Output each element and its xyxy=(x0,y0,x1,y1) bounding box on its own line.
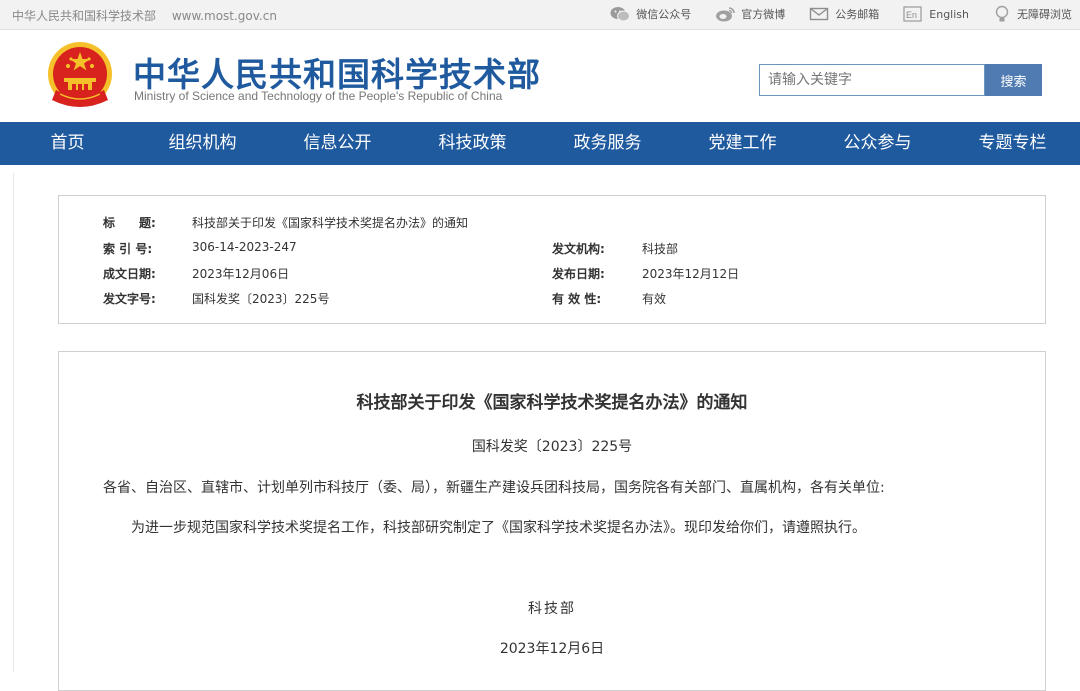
document-number: 国科发奖〔2023〕225号 xyxy=(471,439,633,455)
national-emblem[interactable] xyxy=(46,40,114,112)
nav-item-organization[interactable]: 组织机构 xyxy=(135,122,270,165)
nav-item-services[interactable]: 政务服务 xyxy=(540,122,675,165)
accessibility-label: 无障碍浏览 xyxy=(1017,8,1072,21)
meta-index-value: 306-14-2023-247 xyxy=(192,240,297,254)
svg-text:En: En xyxy=(906,10,917,20)
site-title-en: Ministry of Science and Technology of th… xyxy=(134,89,503,103)
mail-icon xyxy=(810,7,829,21)
site-header: 中华人民共和国科学技术部 Ministry of Science and Tec… xyxy=(0,30,1080,122)
english-label: English xyxy=(929,7,969,21)
document-recipient: 各省、自治区、直辖市、计划单列市科技厅（委、局），新疆生产建设兵团科技局，国务院… xyxy=(103,480,885,496)
site-name: 中华人民共和国科学技术部 xyxy=(12,9,157,23)
document-metadata: 标 题: 科技部关于印发《国家科学技术奖提名办法》的通知 索 引 号: 306-… xyxy=(58,195,1046,324)
weibo-label: 官方微博 xyxy=(741,8,786,21)
meta-published-label: 发布日期: xyxy=(552,267,605,281)
mail-link[interactable]: 公务邮箱 xyxy=(809,6,879,22)
document-signature: 科技部 xyxy=(528,601,576,617)
document-content: 科技部关于印发《国家科学技术奖提名办法》的通知 国科发奖〔2023〕225号 各… xyxy=(58,351,1046,691)
nav-item-disclosure[interactable]: 信息公开 xyxy=(270,122,405,165)
meta-created-value: 2023年12月06日 xyxy=(192,267,290,281)
nav-item-public[interactable]: 公众参与 xyxy=(810,122,945,165)
meta-published-value: 2023年12月12日 xyxy=(642,267,740,281)
meta-created-label: 成文日期: xyxy=(103,267,156,281)
search-button[interactable]: 搜索 xyxy=(985,64,1042,96)
main-nav: 首页 组织机构 信息公开 科技政策 政务服务 党建工作 公众参与 专题专栏 xyxy=(0,122,1080,165)
meta-validity-value: 有效 xyxy=(642,292,667,306)
wechat-link[interactable]: 微信公众号 xyxy=(610,6,691,22)
top-utility-bar: 中华人民共和国科学技术部 www.most.gov.cn 微信公众号 官方微博 xyxy=(0,0,1080,30)
meta-docno-label: 发文字号: xyxy=(103,292,156,306)
document-title: 科技部关于印发《国家科学技术奖提名办法》的通知 xyxy=(356,393,748,413)
english-icon: En xyxy=(903,6,922,22)
meta-title-value: 科技部关于印发《国家科学技术奖提名办法》的通知 xyxy=(192,216,469,230)
meta-validity-label: 有 效 性: xyxy=(552,292,602,306)
meta-index-label: 索 引 号: xyxy=(103,242,153,256)
weibo-link[interactable]: 官方微博 xyxy=(715,6,785,22)
site-info: 中华人民共和国科学技术部 www.most.gov.cn xyxy=(12,7,277,24)
accessibility-icon xyxy=(995,5,1009,22)
meta-issuer-label: 发文机构: xyxy=(552,242,605,256)
meta-docno-value: 国科发奖〔2023〕225号 xyxy=(192,292,330,306)
search-input[interactable] xyxy=(759,64,985,96)
nav-item-topics[interactable]: 专题专栏 xyxy=(945,122,1080,165)
meta-issuer-value: 科技部 xyxy=(642,242,679,256)
content-frame-line xyxy=(13,173,14,672)
document-body: 为进一步规范国家科学技术奖提名工作，科技部研究制定了《国家科学技术奖提名办法》。… xyxy=(131,520,866,536)
document-date: 2023年12月6日 xyxy=(499,641,605,657)
wechat-icon xyxy=(610,7,631,22)
accessibility-link[interactable]: 无障碍浏览 xyxy=(993,5,1072,23)
site-url: www.most.gov.cn xyxy=(171,9,277,23)
nav-item-policy[interactable]: 科技政策 xyxy=(405,122,540,165)
wechat-label: 微信公众号 xyxy=(636,8,692,21)
meta-title-label: 标 题: xyxy=(103,216,156,230)
nav-item-home[interactable]: 首页 xyxy=(0,122,135,165)
mail-label: 公务邮箱 xyxy=(835,8,880,21)
utility-links: 微信公众号 官方微博 公务邮箱 En English 无障碍浏览 xyxy=(586,4,1072,24)
english-link[interactable]: En English xyxy=(903,6,969,22)
weibo-icon xyxy=(716,7,736,22)
nav-item-party[interactable]: 党建工作 xyxy=(675,122,810,165)
